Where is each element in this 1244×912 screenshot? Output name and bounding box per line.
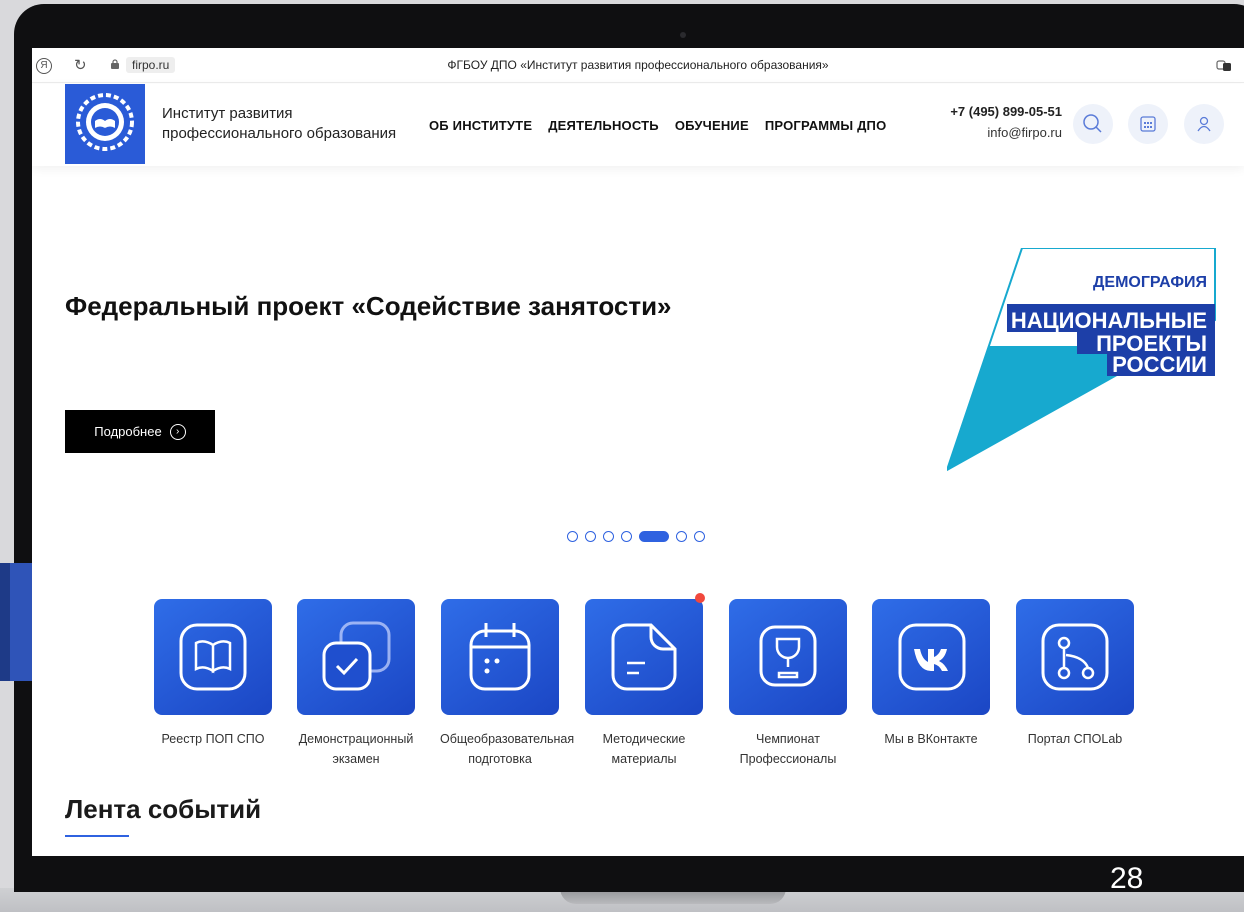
- carousel-dot[interactable]: [567, 531, 578, 542]
- tile-label: Мы в ВКонтакте: [871, 729, 991, 749]
- carousel-dot[interactable]: [585, 531, 596, 542]
- institute-logo[interactable]: [65, 84, 145, 164]
- tile-championship[interactable]: Чемпионат Профессионалы: [728, 599, 848, 769]
- np-demography-text: ДЕМОГРАФИЯ: [1093, 274, 1207, 291]
- nav-education[interactable]: ОБУЧЕНИЕ: [675, 118, 749, 133]
- tile-icon-box: [1016, 599, 1134, 715]
- title-underline: [65, 835, 129, 837]
- more-button-label: Подробнее: [94, 424, 162, 439]
- phone-link[interactable]: +7 (495) 899-05-51: [950, 104, 1062, 119]
- checkbox-icon: [322, 621, 391, 691]
- tile-label: Чемпионат Профессионалы: [728, 729, 848, 769]
- tile-label: Демонстрационный экзамен: [296, 729, 416, 769]
- tile-demo-exam[interactable]: Демонстрационный экзамен: [296, 599, 416, 769]
- np-russia-text: РОССИИ: [1112, 352, 1207, 377]
- more-button[interactable]: Подробнее ›: [65, 410, 215, 453]
- tile-icon-box: [872, 599, 990, 715]
- contact-block: +7 (495) 899-05-51 info@firpo.ru: [950, 104, 1062, 140]
- page-tab-title: ФГБОУ ДПО «Институт развития профессиона…: [447, 58, 829, 72]
- tile-general-education[interactable]: Общеобразовательная подготовка: [440, 599, 575, 769]
- tile-label-line1: Реестр ПОП СПО: [161, 732, 265, 746]
- browser-viewport: Я ↻ firpo.ru ФГБОУ ДПО «Институт развити…: [32, 48, 1244, 856]
- national-projects-logo[interactable]: ДЕМОГРАФИЯ НАЦИОНАЛЬНЫЕ ПРОЕКТЫ РОССИИ: [947, 248, 1217, 473]
- tile-label-line2: Профессионалы: [739, 752, 837, 766]
- carousel-dot-active[interactable]: [639, 531, 669, 542]
- main-navigation: ОБ ИНСТИТУТЕ ДЕЯТЕЛЬНОСТЬ ОБУЧЕНИЕ ПРОГР…: [429, 118, 886, 133]
- tile-spolab-portal[interactable]: Портал СПОLab: [1015, 599, 1135, 749]
- git-branch-icon: [1041, 623, 1109, 691]
- extension-icon[interactable]: [1216, 57, 1232, 71]
- organization-name-line2: профессионального образования: [162, 125, 397, 142]
- search-icon: [1083, 114, 1102, 133]
- email-link[interactable]: info@firpo.ru: [950, 125, 1062, 140]
- tile-methodical-materials[interactable]: Методические материалы: [584, 593, 705, 769]
- tile-pop-registry[interactable]: Реестр ПОП СПО: [153, 599, 273, 749]
- vk-icon: [898, 623, 966, 691]
- tile-label: Общеобразовательная подготовка: [440, 729, 575, 769]
- arrow-right-icon: ›: [169, 423, 186, 440]
- slide-decoration-edge: [0, 563, 10, 681]
- carousel-dot[interactable]: [694, 531, 705, 542]
- tile-label: Портал СПОLab: [1015, 729, 1135, 749]
- tile-icon-box: [297, 599, 415, 715]
- account-button[interactable]: [1184, 104, 1224, 144]
- tile-label-line2: экзамен: [332, 752, 380, 766]
- book-icon: [179, 623, 247, 691]
- tile-label: Реестр ПОП СПО: [153, 729, 273, 749]
- nav-dpo-programs[interactable]: ПРОГРАММЫ ДПО: [765, 118, 887, 133]
- address-bar: Я ↻ firpo.ru ФГБОУ ДПО «Институт развити…: [32, 48, 1244, 83]
- tile-icon-box: [585, 593, 705, 715]
- hero-title: Федеральный проект «Содействие занятости…: [65, 291, 672, 321]
- search-button[interactable]: [1073, 104, 1113, 144]
- calendar-small-icon: [1140, 116, 1156, 132]
- document-icon: [611, 623, 677, 691]
- tile-label: Методические материалы: [584, 729, 704, 769]
- events-feed-title: Лента событий: [65, 794, 262, 824]
- camera-dot: [680, 32, 686, 38]
- notification-dot: [695, 593, 705, 603]
- np-national-text: НАЦИОНАЛЬНЫЕ: [1011, 308, 1207, 333]
- organization-name-line1: Институт развития: [162, 105, 293, 122]
- tile-label-line1: Демонстрационный: [298, 732, 414, 746]
- site-header: Институт развития профессионального обра…: [32, 84, 1244, 166]
- calendar-button[interactable]: [1128, 104, 1168, 144]
- carousel-dot[interactable]: [603, 531, 614, 542]
- user-icon: [1197, 116, 1211, 132]
- tile-icon-box: [729, 599, 847, 715]
- tile-label-line1: Методические: [602, 732, 686, 746]
- tile-label-line1: Мы в ВКонтакте: [884, 732, 978, 746]
- slide-number: 28: [1110, 862, 1144, 895]
- tile-icon-box: [441, 599, 559, 715]
- tile-label-line2: подготовка: [468, 752, 532, 766]
- nav-about[interactable]: ОБ ИНСТИТУТЕ: [429, 118, 532, 133]
- calendar-icon: [469, 623, 531, 691]
- logo-emblem-icon: [76, 93, 134, 151]
- trophy-icon: [759, 625, 817, 687]
- tile-vkontakte[interactable]: Мы в ВКонтакте: [871, 599, 991, 749]
- tile-label-line1: Портал СПОLab: [1027, 732, 1123, 746]
- organization-name[interactable]: Институт развития профессионального обра…: [162, 104, 396, 144]
- tile-label-line1: Общеобразовательная: [440, 732, 575, 746]
- tile-icon-box: [154, 599, 272, 715]
- tile-label-line1: Чемпионат: [756, 732, 820, 746]
- carousel-dot[interactable]: [621, 531, 632, 542]
- nav-activity[interactable]: ДЕЯТЕЛЬНОСТЬ: [548, 118, 659, 133]
- carousel-pagination: [567, 531, 705, 542]
- carousel-dot[interactable]: [676, 531, 687, 542]
- tile-label-line2: материалы: [611, 752, 677, 766]
